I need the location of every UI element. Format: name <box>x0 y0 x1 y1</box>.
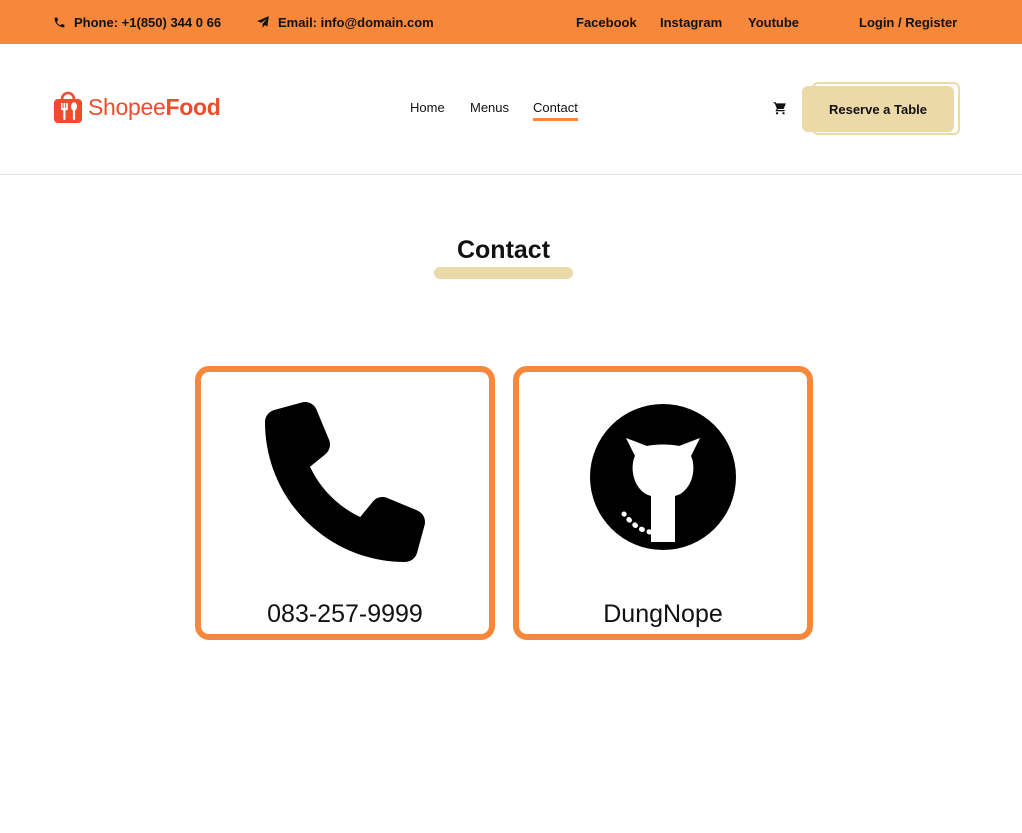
logo-text: ShopeeFood <box>88 90 221 124</box>
github-card[interactable]: DungNope <box>513 366 813 640</box>
nav-home[interactable]: Home <box>410 100 445 115</box>
instagram-link[interactable]: Instagram <box>660 0 722 44</box>
reserve-table-button[interactable]: Reserve a Table <box>802 86 954 132</box>
logo[interactable]: ShopeeFood <box>53 90 221 124</box>
topbar-phone-text: Phone: +1(850) 344 0 66 <box>74 14 222 30</box>
site-header: ShopeeFood Home Menus Contact Reserve a … <box>0 44 1022 175</box>
reserve-table: Reserve a Table <box>802 82 960 136</box>
topbar-email-text: Email: info@domain.com <box>278 14 434 30</box>
title-underline <box>434 267 573 279</box>
phone-icon <box>54 17 65 27</box>
github-icon <box>590 404 736 550</box>
page-title: Contact <box>456 236 551 264</box>
paper-plane-icon <box>257 16 269 28</box>
shopee-bag-icon <box>54 91 82 123</box>
card-icon-wrap <box>201 402 489 562</box>
facebook-link[interactable]: Facebook <box>576 0 637 44</box>
card-icon-wrap <box>519 402 807 552</box>
login-register-link[interactable]: Login / Register <box>859 0 957 44</box>
topbar-email: Email: info@domain.com <box>256 0 434 44</box>
logo-text-food: Food <box>165 94 221 120</box>
logo-text-shopee: Shopee <box>88 94 166 120</box>
nav-menus[interactable]: Menus <box>470 100 509 115</box>
phone-icon <box>265 402 425 562</box>
github-username: DungNope <box>603 600 723 628</box>
phone-card[interactable]: 083-257-9999 <box>195 366 495 640</box>
youtube-link[interactable]: Youtube <box>748 0 799 44</box>
phone-number: 083-257-9999 <box>267 600 423 628</box>
cart-icon[interactable] <box>773 101 787 115</box>
nav-contact[interactable]: Contact <box>533 100 578 121</box>
topbar-phone: Phone: +1(850) 344 0 66 <box>53 0 221 44</box>
top-bar: Phone: +1(850) 344 0 66 Email: info@doma… <box>0 0 1022 44</box>
